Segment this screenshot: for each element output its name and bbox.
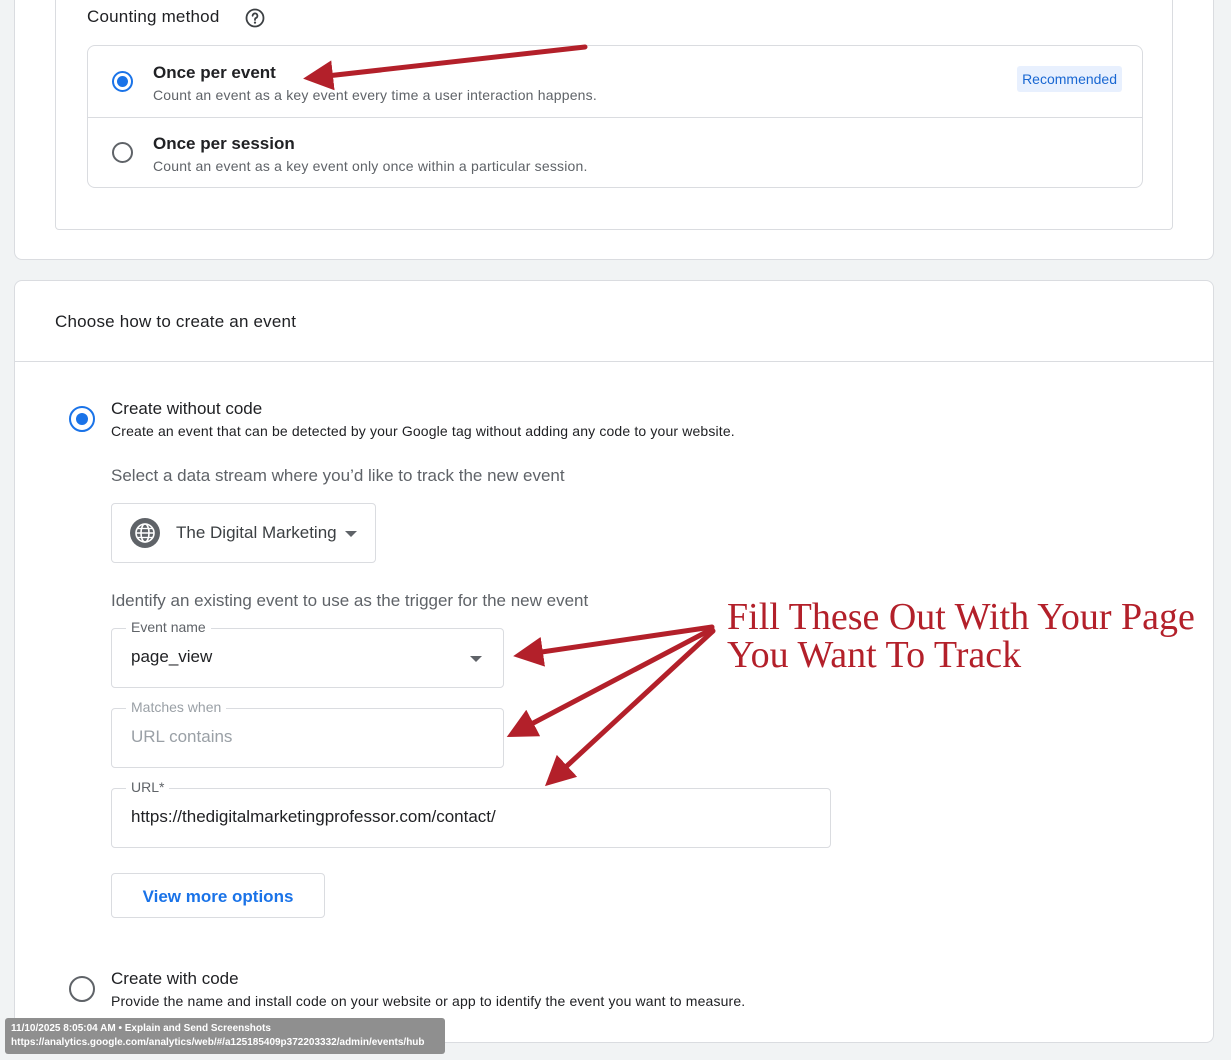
event-name-label: Event name [126,619,211,635]
create-without-code-description: Create an event that can be detected by … [111,423,735,439]
matches-when-value: URL contains [131,727,233,746]
help-circle-icon[interactable] [245,8,265,28]
view-more-options-button[interactable]: View more options [111,873,325,918]
option-once-per-session[interactable]: Once per session Count an event as a key… [88,117,1142,188]
event-name-select[interactable]: Event name page_view [111,619,504,688]
url-label: URL* [126,779,170,795]
option-once-per-event[interactable]: Once per event Count an event as a key e… [88,46,1142,118]
create-with-code-description: Provide the name and install code on you… [111,993,746,1009]
banner-line-1: 11/10/2025 8:05:04 AM • Explain and Send… [11,1023,271,1034]
option-title: Once per session [153,134,295,153]
chevron-down-icon [470,656,482,662]
matches-when-label: Matches when [126,699,227,715]
screenshot-info-banner: 11/10/2025 8:05:04 AM • Explain and Send… [5,1018,445,1054]
section-title: Choose how to create an event [55,312,297,331]
event-name-value: page_view [131,647,213,666]
option-description: Count an event as a key event every time… [153,87,597,103]
data-stream-value: The Digital Marketing [176,523,337,542]
option-description: Count an event as a key event only once … [153,158,588,174]
stream-prompt: Select a data stream where you’d like to… [111,466,565,485]
banner-line-2: https://analytics.google.com/analytics/w… [11,1037,425,1048]
counting-method-panel: Counting method Once per event Count an … [55,0,1173,230]
radio-create-without-code[interactable] [69,406,95,432]
option-title: Once per event [153,63,276,82]
divider [15,361,1213,362]
annotation-text: Fill These Out With Your Page You Want T… [727,596,1195,676]
radio-once-per-event[interactable] [112,71,133,92]
recommended-badge: Recommended [1017,66,1122,92]
counting-options-group: Once per event Count an event as a key e… [87,45,1143,188]
trigger-prompt: Identify an existing event to use as the… [111,591,589,610]
counting-method-title: Counting method [87,7,220,26]
url-input[interactable]: URL* https://thedigitalmarketingprofesso… [111,779,831,848]
radio-create-with-code[interactable] [69,976,95,1002]
globe-icon [130,518,160,548]
url-value[interactable]: https://thedigitalmarketingprofessor.com… [131,807,496,827]
counting-method-card: Counting method Once per event Count an … [14,0,1214,260]
matches-when-field: Matches when URL contains [111,699,504,768]
create-with-code-label[interactable]: Create with code [111,969,239,989]
chevron-down-icon [345,531,357,537]
radio-once-per-session[interactable] [112,142,133,163]
data-stream-select[interactable]: The Digital Marketing [111,503,376,563]
create-without-code-label[interactable]: Create without code [111,399,262,419]
